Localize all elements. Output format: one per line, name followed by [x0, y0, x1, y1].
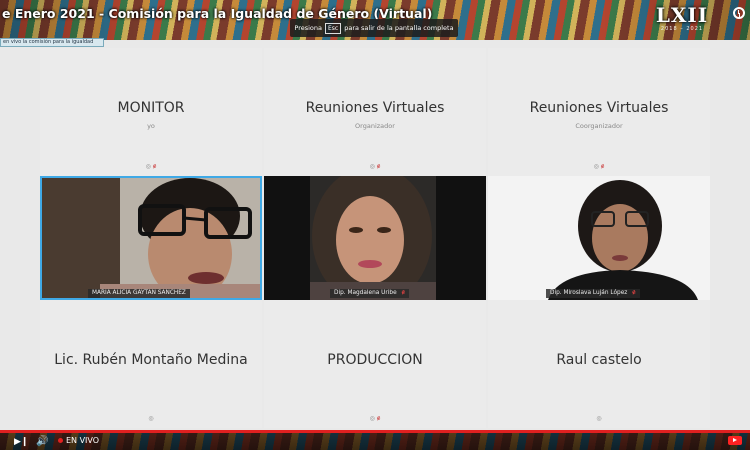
pin-icon: ◎ [593, 163, 599, 170]
participant-video-feed [488, 176, 710, 300]
participant-role: yo [147, 122, 155, 130]
esc-hint-prefix: Presiona [294, 24, 322, 32]
live-badge[interactable]: EN VIVO [58, 436, 99, 445]
fullscreen-exit-hint: Presiona Esc para salir de la pantalla c… [290, 19, 458, 37]
live-dot-icon [58, 438, 63, 443]
participant-name: PRODUCCION [327, 352, 423, 368]
esc-hint-suffix: para salir de la pantalla completa [344, 24, 454, 32]
pin-icon: ◎ [596, 415, 602, 422]
participant-status-icons: ◎ ɇ [264, 415, 486, 422]
participant-role: Coorganizador [575, 122, 623, 130]
participant-name: Dip. Magdalena Uribe [334, 290, 397, 296]
participant-name-tag: Dip. Magdalena Uribe ɇ [330, 289, 410, 298]
mic-muted-icon: ɇ [632, 290, 636, 296]
pin-icon: ◎ [145, 163, 151, 170]
pin-icon: ◎ [369, 415, 375, 422]
participant-name-tag: MARIA ALICIA GAYTAN SANCHEZ [88, 289, 190, 298]
participant-grid: MONITOR yo ◎ ɇ Reuniones Virtuales Organ… [40, 48, 710, 428]
logo-text: LXII [655, 3, 709, 27]
player-controls: ▶❙ 🔊 EN VIVO [0, 430, 750, 450]
logo-subtext: 2018 – 2021 [660, 26, 704, 32]
participant-role: Organizador [355, 122, 395, 130]
participant-tile-ruben-montano[interactable]: Lic. Rubén Montaño Medina ◎ [40, 300, 262, 428]
mic-muted-icon: ɇ [152, 163, 157, 170]
participant-tile-organizer[interactable]: Reuniones Virtuales Organizador ◎ ɇ [264, 48, 486, 176]
participant-tile-raul-castelo[interactable]: Raul castelo ◎ [488, 300, 710, 428]
pin-icon: ◎ [148, 415, 154, 422]
participant-tile-produccion[interactable]: PRODUCCION ◎ ɇ [264, 300, 486, 428]
participant-name: MARIA ALICIA GAYTAN SANCHEZ [92, 290, 186, 296]
participant-name: MONITOR [117, 100, 185, 116]
video-tile-miroslava-lujan[interactable]: Dip. Miroslava Luján López ɇ [488, 176, 710, 300]
mic-muted-icon: ɇ [376, 163, 381, 170]
live-label: EN VIVO [66, 436, 100, 445]
participant-tile-coorganizer[interactable]: Reuniones Virtuales Coorganizador ◎ ɇ [488, 48, 710, 176]
participant-name: Dip. Miroslava Luján López [550, 290, 628, 296]
congress-logo: LXII 2018 – 2021 [652, 4, 712, 38]
participant-name-tag: Dip. Miroslava Luján López ɇ [546, 289, 640, 298]
video-tile-magdalena-uribe[interactable]: Dip. Magdalena Uribe ɇ [264, 176, 486, 300]
mic-muted-icon: ɇ [376, 415, 381, 422]
participant-video-feed [264, 176, 486, 300]
volume-icon[interactable]: 🔊 [36, 436, 48, 447]
pin-icon: ◎ [369, 163, 375, 170]
participant-name: Lic. Rubén Montaño Medina [54, 352, 248, 368]
participant-status-icons: ◎ ɇ [488, 163, 710, 170]
participant-name: Raul castelo [556, 352, 642, 368]
participant-status-icons: ◎ [40, 415, 262, 422]
participant-tile-monitor[interactable]: MONITOR yo ◎ ɇ [40, 48, 262, 176]
youtube-icon[interactable] [728, 436, 742, 445]
mic-muted-icon: ɇ [600, 163, 605, 170]
channel-ticker: en vivo la comisión para la igualdad [0, 38, 104, 47]
participant-status-icons: ◎ [488, 415, 710, 422]
participant-name: Reuniones Virtuales [529, 100, 669, 116]
live-progress-bar[interactable] [0, 430, 750, 433]
video-tile-maria-alicia[interactable]: MARIA ALICIA GAYTAN SANCHEZ [40, 176, 262, 300]
mic-muted-icon: ɇ [401, 290, 406, 296]
participant-status-icons: ◎ ɇ [264, 163, 486, 170]
next-button[interactable]: ▶❙ [14, 437, 28, 447]
esc-key: Esc [325, 22, 342, 34]
participant-name: Reuniones Virtuales [305, 100, 445, 116]
participant-video-feed [40, 176, 262, 300]
clock-icon[interactable] [733, 7, 745, 19]
participant-status-icons: ◎ ɇ [40, 163, 262, 170]
